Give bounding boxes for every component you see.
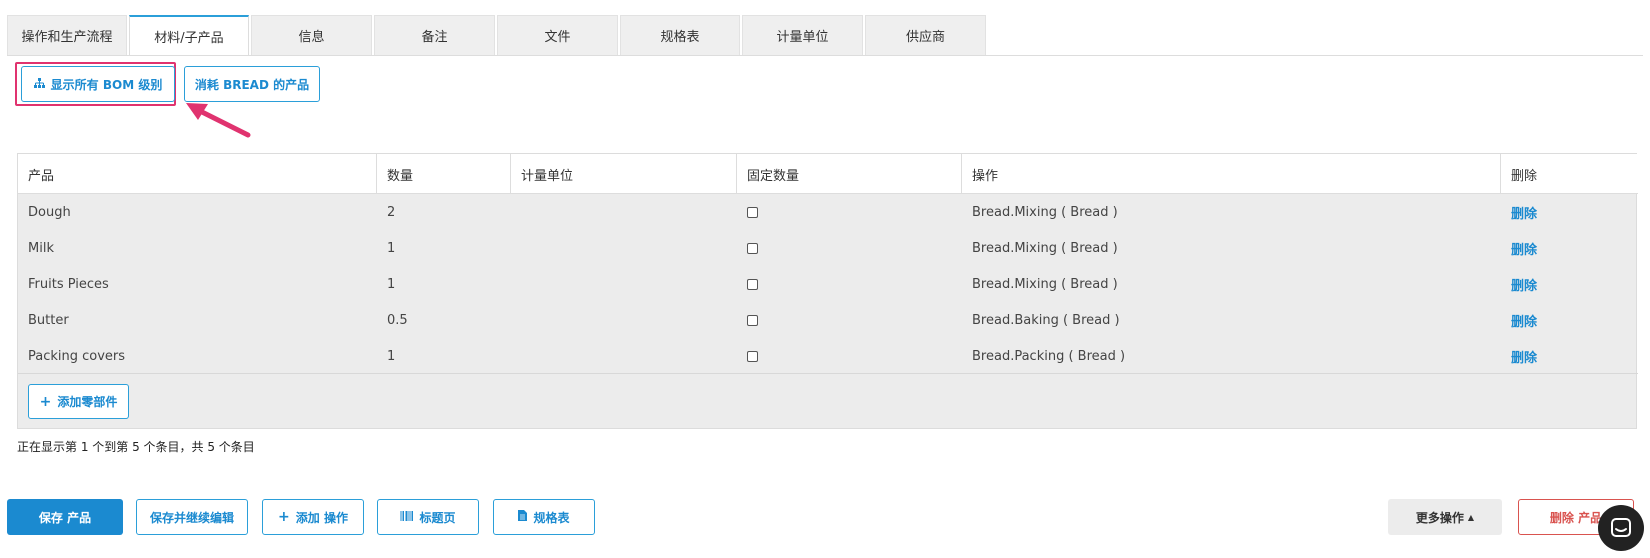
sitemap-icon [33,77,45,91]
entries-info: 正在显示第 1 个到第 5 个条目，共 5 个条目 [17,440,255,454]
consuming-products-button[interactable]: 消耗 BREAD 的产品 [184,66,320,102]
cell-unit [511,194,521,230]
plus-icon: + [39,393,52,410]
cell-quantity: 1 [387,240,396,256]
barcode-icon [399,510,414,524]
cell-operation: Bread.Packing ( Bread ) [972,348,1126,364]
delete-link[interactable]: 删除 [1511,203,1537,222]
plus-icon: + [278,509,290,525]
add-operation-label: 添加 操作 [295,510,348,525]
header-product: 产品 [18,154,377,194]
cell-product: Packing covers [28,348,126,364]
cell-unit [511,230,521,266]
cell-product: Butter [28,312,69,328]
header-unit: 计量单位 [511,154,737,194]
cell-quantity: 1 [387,348,396,364]
chat-icon[interactable] [1598,505,1644,551]
tab-materials[interactable]: 材料/子产品 [129,15,249,56]
file-icon [518,510,528,524]
header-fixed-qty: 固定数量 [737,154,962,194]
header-operation: 操作 [962,154,1501,194]
save-continue-label: 保存并继续编辑 [149,510,234,525]
fixed-qty-checkbox[interactable] [747,206,758,218]
delete-product-label: 删除 产品 [1549,510,1603,525]
caret-up-icon: ▲ [1467,512,1475,522]
table-header: 产品 数量 计量单位 固定数量 操作 删除 [18,154,1638,194]
cell-operation: Bread.Baking ( Bread ) [972,312,1120,328]
cell-operation: Bread.Mixing ( Bread ) [972,204,1118,220]
tab-notes[interactable]: 备注 [374,15,495,55]
table-row: Fruits Pieces 1 Bread.Mixing ( Bread ) 删… [18,266,1638,302]
cell-quantity: 0.5 [387,312,408,328]
delete-link[interactable]: 删除 [1511,347,1537,366]
cell-unit [511,338,521,374]
save-product-label: 保存 产品 [38,510,92,525]
materials-table: 产品 数量 计量单位 固定数量 操作 删除 Dough 2 Bread.Mixi… [17,153,1638,429]
save-product-button[interactable]: 保存 产品 [7,499,123,535]
fixed-qty-checkbox[interactable] [747,350,758,362]
header-delete: 删除 [1511,168,1538,184]
title-page-label: 标题页 [419,510,456,525]
more-actions-button[interactable]: 更多操作 ▲ [1388,499,1502,535]
add-part-button[interactable]: + 添加零部件 [28,384,129,419]
fixed-qty-checkbox[interactable] [747,242,758,254]
cell-operation: Bread.Mixing ( Bread ) [972,276,1118,292]
show-all-bom-levels-button[interactable]: 显示所有 BOM 级别 [21,66,175,102]
consuming-products-label: 消耗 BREAD 的产品 [194,77,310,92]
tab-units[interactable]: 计量单位 [742,15,863,55]
cell-operation: Bread.Mixing ( Bread ) [972,240,1118,256]
add-operation-button[interactable]: + 添加 操作 [262,499,364,535]
cell-product: Dough [28,204,71,220]
fixed-qty-checkbox[interactable] [747,314,758,326]
tab-bar: 操作和生产流程 材料/子产品 信息 备注 文件 规格表 计量单位 供应商 [7,15,988,56]
table-row: Butter 0.5 Bread.Baking ( Bread ) 删除 [18,302,1638,338]
spec-sheet-label: 规格表 [533,510,570,525]
tab-spec-sheet[interactable]: 规格表 [620,15,740,55]
more-actions-label: 更多操作 [1415,510,1464,525]
table-row: Packing covers 1 Bread.Packing ( Bread )… [18,338,1638,374]
table-footer: + 添加零部件 [18,373,1638,429]
cell-product: Fruits Pieces [28,276,109,292]
tab-files[interactable]: 文件 [497,15,618,55]
show-all-bom-label: 显示所有 BOM 级别 [50,77,163,92]
cell-product: Milk [28,240,54,256]
tab-info[interactable]: 信息 [251,15,372,55]
tab-divider [7,55,1643,56]
title-page-button[interactable]: 标题页 [377,499,479,535]
tab-operations[interactable]: 操作和生产流程 [7,15,127,55]
header-quantity: 数量 [377,154,511,194]
delete-link[interactable]: 删除 [1511,275,1537,294]
delete-link[interactable]: 删除 [1511,311,1537,330]
cell-quantity: 1 [387,276,396,292]
delete-link[interactable]: 删除 [1511,239,1537,258]
save-continue-button[interactable]: 保存并继续编辑 [136,499,248,535]
annotation-arrow [186,103,251,138]
fixed-qty-checkbox[interactable] [747,278,758,290]
add-part-label: 添加零部件 [57,395,118,409]
spec-sheet-button[interactable]: 规格表 [493,499,595,535]
table-row: Dough 2 Bread.Mixing ( Bread ) 删除 [18,194,1638,230]
cell-unit [511,266,521,302]
cell-unit [511,302,521,338]
table-row: Milk 1 Bread.Mixing ( Bread ) 删除 [18,230,1638,266]
cell-quantity: 2 [387,204,396,220]
tab-suppliers[interactable]: 供应商 [865,15,986,55]
